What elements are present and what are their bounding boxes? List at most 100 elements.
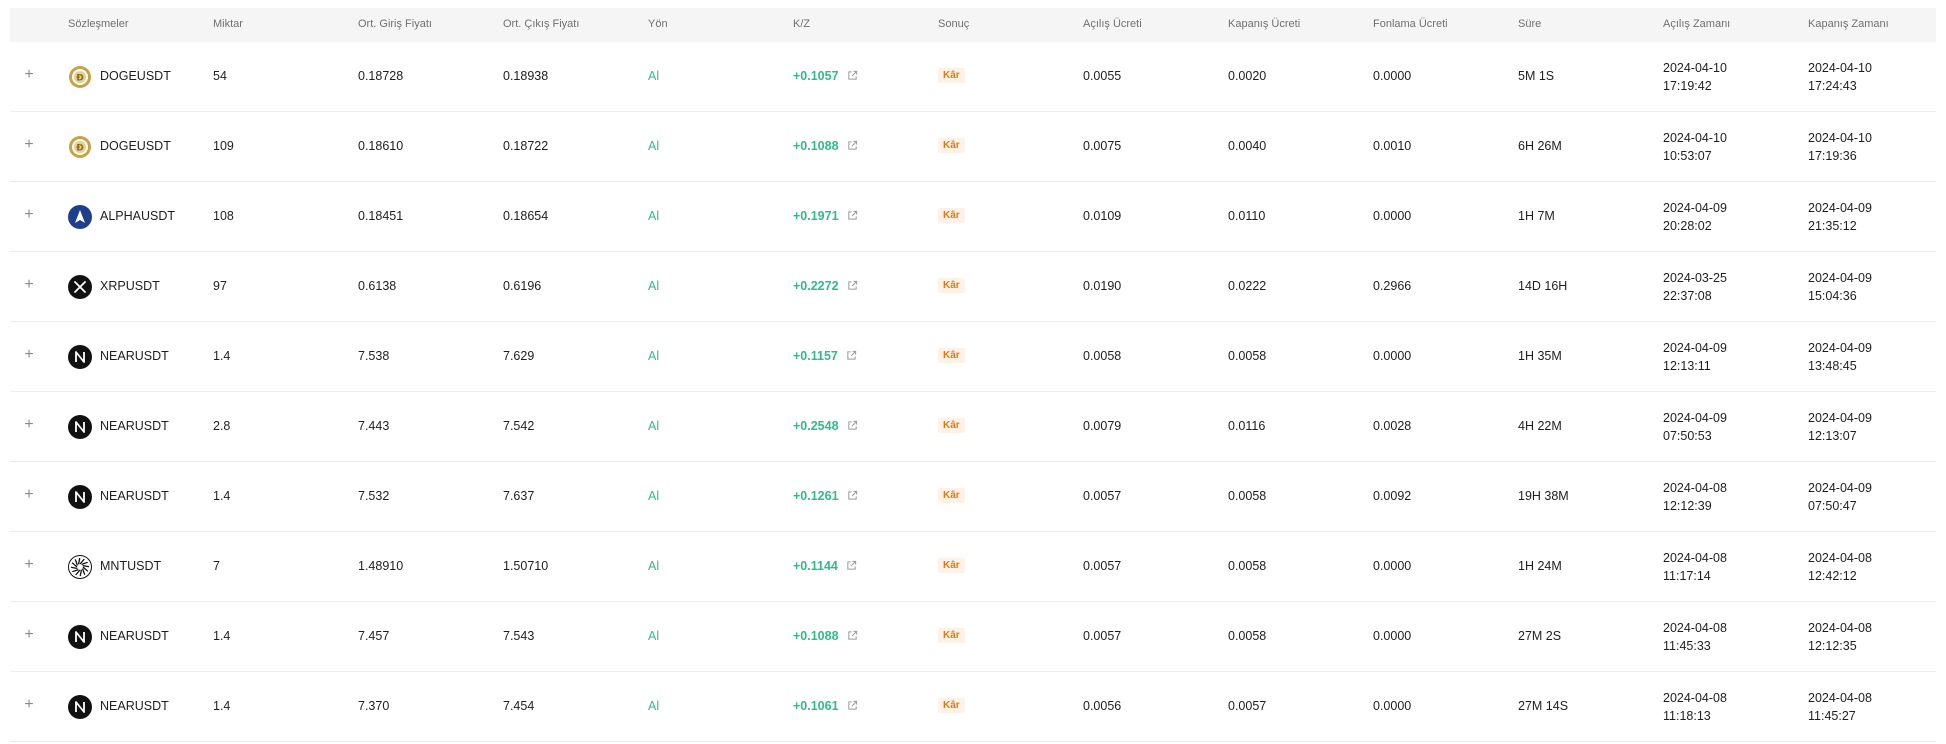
close-clock: 15:04:36 xyxy=(1808,289,1857,303)
open-time-cell: 2024-04-10 17:19:42 xyxy=(1663,59,1727,95)
close-fee-cell: 0.0110 xyxy=(1228,209,1266,223)
open-fee-cell: 0.0056 xyxy=(1083,699,1122,713)
contract-name[interactable]: NEARUSDT xyxy=(100,699,169,713)
result-badge: Kâr xyxy=(938,68,965,83)
pnl-value: +0.1261 xyxy=(793,489,839,503)
result-badge: Kâr xyxy=(938,348,965,363)
expand-icon[interactable]: + xyxy=(20,206,38,224)
share-external-icon[interactable] xyxy=(847,490,858,504)
share-external-icon[interactable] xyxy=(847,700,858,714)
close-time-cell: 2024-04-08 11:45:27 xyxy=(1808,689,1872,725)
close-clock: 13:48:45 xyxy=(1808,359,1857,373)
duration-cell: 4H 22M xyxy=(1518,419,1562,433)
header-funding-fee[interactable]: Fonlama Ücreti xyxy=(1373,18,1448,30)
avg-exit-cell: 7.629 xyxy=(503,349,535,363)
close-date: 2024-04-09 xyxy=(1808,411,1872,425)
expand-icon[interactable]: + xyxy=(20,136,38,154)
close-time-cell: 2024-04-08 12:12:35 xyxy=(1808,619,1872,655)
contract-name[interactable]: XRPUSDT xyxy=(100,279,160,293)
direction-cell: Al xyxy=(648,629,660,643)
table-row[interactable]: + Ð DOGEUSDT 54 0.18728 0.18938 Al +0.1057 Kâr 0.… xyxy=(10,42,1936,112)
contract-name[interactable]: DOGEUSDT xyxy=(100,139,171,153)
funding-fee-cell: 0.0000 xyxy=(1373,349,1412,363)
share-external-icon[interactable] xyxy=(846,350,857,364)
close-clock: 17:19:36 xyxy=(1808,149,1857,163)
duration-cell: 14D 16H xyxy=(1518,279,1568,293)
header-direction[interactable]: Yön xyxy=(648,18,668,30)
open-fee-cell: 0.0058 xyxy=(1083,349,1122,363)
header-pnl[interactable]: K/Z xyxy=(793,18,810,30)
expand-icon[interactable]: + xyxy=(20,346,38,364)
share-external-icon[interactable] xyxy=(847,630,858,644)
pnl-cell: +0.1157 xyxy=(793,349,857,364)
table-row[interactable]: + XRPUSDT 97 0.6138 0.6196 Al +0.2272 Kâr 0.0190… xyxy=(10,252,1936,322)
share-external-icon[interactable] xyxy=(847,280,858,294)
close-time-cell: 2024-04-10 17:19:36 xyxy=(1808,129,1872,165)
expand-icon[interactable]: + xyxy=(20,66,38,84)
share-external-icon[interactable] xyxy=(847,420,858,434)
header-quantity[interactable]: Miktar xyxy=(213,18,243,30)
direction-cell: Al xyxy=(648,699,660,713)
table-row[interactable]: + NEARUSDT 1.4 7.457 7.543 Al +0.1088 Kâr 0.0057… xyxy=(10,602,1936,672)
expand-icon[interactable]: + xyxy=(20,626,38,644)
direction-cell: Al xyxy=(648,559,660,573)
contract-name[interactable]: NEARUSDT xyxy=(100,349,169,363)
result-badge: Kâr xyxy=(938,628,965,643)
header-contracts[interactable]: Sözleşmeler xyxy=(68,18,129,30)
header-open-fee[interactable]: Açılış Ücreti xyxy=(1083,18,1142,30)
share-external-icon[interactable] xyxy=(846,560,857,574)
contract-name[interactable]: MNTUSDT xyxy=(100,559,161,573)
contract-name[interactable]: ALPHAUSDT xyxy=(100,209,175,223)
open-fee-cell: 0.0109 xyxy=(1083,209,1122,223)
header-close-fee[interactable]: Kapanış Ücreti xyxy=(1228,18,1300,30)
contract-name[interactable]: NEARUSDT xyxy=(100,629,169,643)
header-close-time[interactable]: Kapanış Zamanı xyxy=(1808,18,1889,30)
open-clock: 07:50:53 xyxy=(1663,429,1712,443)
result-badge: Kâr xyxy=(938,488,965,503)
expand-icon[interactable]: + xyxy=(20,556,38,574)
share-external-icon[interactable] xyxy=(847,70,858,84)
header-result[interactable]: Sonuç xyxy=(938,18,969,30)
open-time-cell: 2024-04-08 11:18:13 xyxy=(1663,689,1727,725)
contract-name[interactable]: DOGEUSDT xyxy=(100,69,171,83)
open-date: 2024-03-25 xyxy=(1663,271,1727,285)
xrp-coin-icon xyxy=(68,275,92,299)
open-date: 2024-04-08 xyxy=(1663,691,1727,705)
expand-icon[interactable]: + xyxy=(20,696,38,714)
share-external-icon[interactable] xyxy=(847,140,858,154)
open-time-cell: 2024-03-25 22:37:08 xyxy=(1663,269,1727,305)
header-avg-entry[interactable]: Ort. Giriş Fiyatı xyxy=(358,18,432,30)
pnl-value: +0.2548 xyxy=(793,419,839,433)
close-date: 2024-04-09 xyxy=(1808,481,1872,495)
pnl-value: +0.1971 xyxy=(793,209,839,223)
close-clock: 12:42:12 xyxy=(1808,569,1857,583)
open-time-cell: 2024-04-10 10:53:07 xyxy=(1663,129,1727,165)
quantity-cell: 1.4 xyxy=(213,489,231,503)
expand-icon[interactable]: + xyxy=(20,416,38,434)
avg-entry-cell: 7.532 xyxy=(358,489,390,503)
contract-name[interactable]: NEARUSDT xyxy=(100,419,169,433)
header-open-time[interactable]: Açılış Zamanı xyxy=(1663,18,1730,30)
funding-fee-cell: 0.0010 xyxy=(1373,139,1412,153)
close-fee-cell: 0.0058 xyxy=(1228,629,1267,643)
duration-cell: 1H 35M xyxy=(1518,349,1562,363)
table-row[interactable]: + NEARUSDT 1.4 7.370 7.454 Al +0.1061 Kâr 0.0056… xyxy=(10,672,1936,742)
close-time-cell: 2024-04-09 15:04:36 xyxy=(1808,269,1872,305)
open-time-cell: 2024-04-08 11:45:33 xyxy=(1663,619,1727,655)
expand-icon[interactable]: + xyxy=(20,486,38,504)
avg-exit-cell: 1.50710 xyxy=(503,559,549,573)
mnt-coin-icon xyxy=(68,555,92,579)
table-row[interactable]: + NEARUSDT 1.4 7.538 7.629 Al +0.1157 Kâr 0.0058… xyxy=(10,322,1936,392)
table-row[interactable]: + ALPHAUSDT 108 0.18451 0.18654 Al +0.1971 Kâr 0… xyxy=(10,182,1936,252)
contract-name[interactable]: NEARUSDT xyxy=(100,489,169,503)
share-external-icon[interactable] xyxy=(847,210,858,224)
table-row[interactable]: + Ð DOGEUSDT 109 0.18610 0.18722 Al +0.1088 Kâr 0… xyxy=(10,112,1936,182)
open-date: 2024-04-08 xyxy=(1663,551,1727,565)
table-row[interactable]: + MNTUSDT 7 1.48910 1.50710 Al +0.1144 Kâr 0.005… xyxy=(10,532,1936,602)
open-date: 2024-04-10 xyxy=(1663,61,1727,75)
table-row[interactable]: + NEARUSDT 1.4 7.532 7.637 Al +0.1261 Kâr 0.0057… xyxy=(10,462,1936,532)
header-duration[interactable]: Süre xyxy=(1518,18,1541,30)
header-avg-exit[interactable]: Ort. Çıkış Fiyatı xyxy=(503,18,579,30)
table-row[interactable]: + NEARUSDT 2.8 7.443 7.542 Al +0.2548 Kâr 0.0079… xyxy=(10,392,1936,462)
expand-icon[interactable]: + xyxy=(20,276,38,294)
